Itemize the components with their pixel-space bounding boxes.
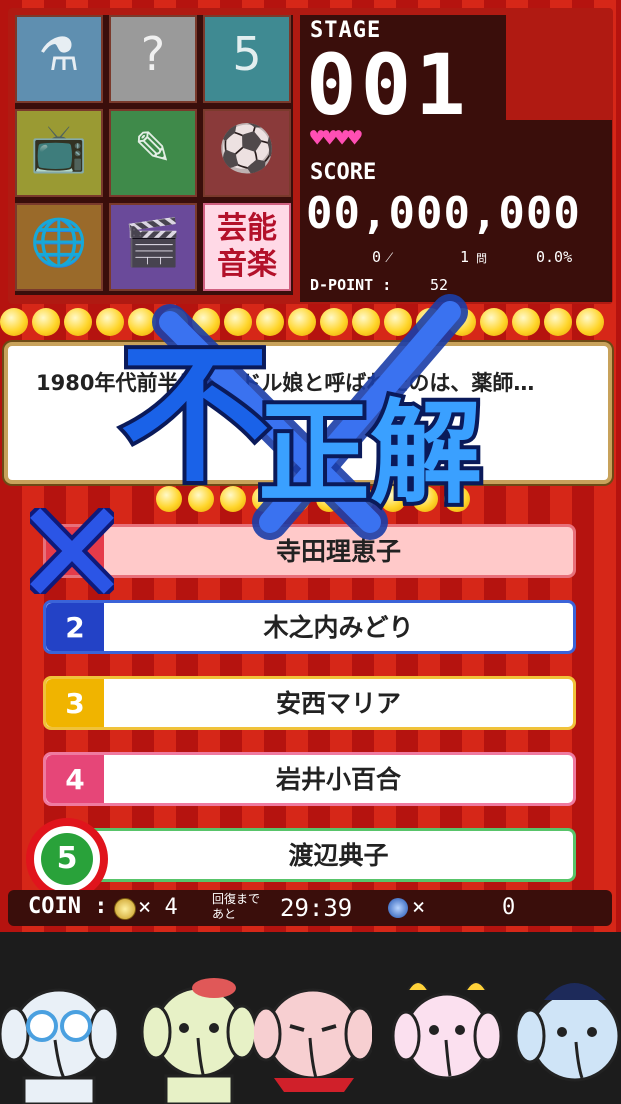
category-tv: 📺 [15,109,103,197]
answer-option-5[interactable]: 渡辺典子 [43,828,576,882]
coin-label: COIN : [28,894,108,919]
answer-text-2: 木之内みどり [263,613,414,642]
result-label-seikai: 正解 [258,389,482,519]
question-marks-icon: ? [140,27,166,81]
recovery-label-1: 回復まで [212,892,261,906]
answer-text-3: 安西マリア [275,689,401,718]
coin-count: × 4 [138,895,178,920]
score-label: SCORE [310,160,377,185]
clapperboard-icon: 🎬 [124,215,182,269]
wrong-answer-x-icon [30,508,114,594]
question-total-unit: 問 [476,252,487,265]
item-count-x: × [412,895,426,920]
category-quiz: ? [109,15,197,103]
blue-elephant-character [516,983,621,1082]
stage-value: 001 [306,36,470,134]
green-elephant-character [140,978,258,1104]
category-sports: ⚽ [203,109,291,197]
incorrect-result-overlay: 不 正解 [116,294,486,540]
globe-person-icon: 🌐 [30,215,88,269]
ribbon-elephant-character [391,981,503,1080]
book-pen-icon: ✎ [133,121,173,175]
category-literature: ✎ [109,109,197,197]
answer-text-5: 渡辺典子 [288,841,389,870]
recovery-timer: 29:39 [280,894,353,922]
coin-icon [114,898,136,920]
answer-option-2[interactable]: 2 木之内みどり [43,600,576,654]
answer-option-3[interactable]: 3 安西マリア [43,676,576,730]
category-grid: ⚗ ? 5 📺 ✎ ⚽ 🌐 🎬 芸能 音楽 [15,15,293,295]
blue-gem-icon [388,898,408,918]
category-movie: 🎬 [109,203,197,291]
ball-bat-icon: ⚽ [218,121,276,175]
flask-magnifier-icon: ⚗ [38,27,80,81]
category-science: ⚗ [15,15,103,103]
answer-number-2: 2 [46,603,104,651]
answer-text-4: 岩井小百合 [275,765,401,794]
character-strip [0,932,621,1104]
answer-number-5: 5 [41,833,93,885]
dizzy-elephant-character [0,988,118,1104]
recovery-label-2: あと [212,907,237,921]
question-total: 1 [460,248,470,266]
lives-hearts-icon: ♥♥♥♥ [310,124,362,152]
item-count-value: 0 [502,895,516,920]
correct-rate: 0.0% [536,248,573,266]
correct-answer-circle-icon: 5 [26,818,108,900]
stat-slash: ⁄ [388,248,391,266]
numbers-icon: 5 [232,27,262,81]
score-value: 00,000,000 [306,188,581,239]
category-geography: 🌐 [15,203,103,291]
answer-number-4: 4 [46,755,104,803]
status-bar: COIN : × 4 回復まで あと 29:39 × 0 [8,890,612,926]
result-label-fu: 不 [120,329,270,503]
category-geinou: 芸能 音楽 [203,203,291,291]
category-geinou-label: 芸能 音楽 [217,211,277,282]
answer-option-4[interactable]: 4 岩井小百合 [43,752,576,806]
answer-number-3: 3 [46,679,104,727]
correct-count: 0 [372,248,382,266]
category-math: 5 [203,15,291,103]
television-icon: 📺 [30,121,88,175]
pink-elephant-character [254,988,372,1092]
